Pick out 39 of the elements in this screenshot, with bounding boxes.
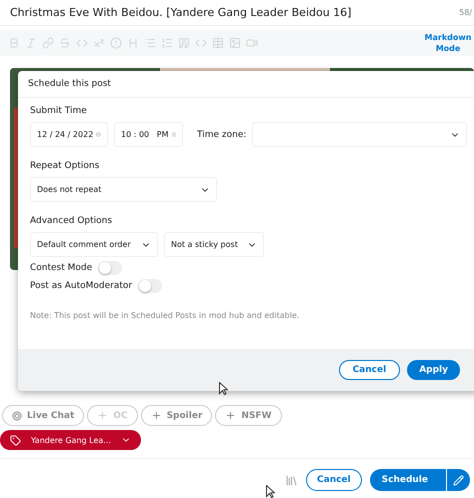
character-counter: 58/ <box>459 8 472 17</box>
clear-icon <box>172 130 176 139</box>
clear-icon <box>96 130 101 139</box>
cancel-button[interactable]: Cancel <box>338 360 400 380</box>
mouse-cursor-icon <box>266 485 275 498</box>
date-field[interactable]: 12 / 24 / 2022 <box>30 122 108 147</box>
tag-toggle[interactable]: NSFW <box>215 405 282 426</box>
section-label: Advanced Options <box>30 216 112 226</box>
toggle-switch[interactable] <box>138 279 162 293</box>
comment-order-select[interactable]: Default comment order <box>30 232 158 257</box>
schedule-button[interactable]: Schedule <box>370 469 446 491</box>
sticky-post-select[interactable]: Not a sticky post <box>164 232 264 257</box>
section-label: Repeat Options <box>30 161 100 171</box>
pencil-icon <box>453 474 464 486</box>
time-field[interactable]: 10 : 00 PM <box>114 122 183 147</box>
mouse-cursor-icon <box>219 382 228 395</box>
plus-icon <box>225 410 236 421</box>
dialog-title: Schedule this post <box>28 79 111 89</box>
plus-icon <box>150 410 162 421</box>
cancel-button[interactable]: Cancel <box>306 469 362 491</box>
library-icon[interactable] <box>285 474 298 486</box>
markdown-mode-link[interactable]: Markdown Mode <box>424 32 472 54</box>
toggle-label: Contest Mode <box>30 263 92 273</box>
toggle-switch[interactable] <box>98 261 122 275</box>
live-chat-icon <box>12 410 22 420</box>
note-text: Note: This post will be in Scheduled Posts in mod hub and editable. <box>30 311 300 320</box>
repeat-select[interactable]: Does not repeat <box>30 177 217 202</box>
plus-icon <box>97 410 108 421</box>
edit-schedule-button[interactable] <box>446 469 470 491</box>
time-zone-select[interactable] <box>252 122 468 147</box>
flair-selector[interactable]: Yandere Gang Lea... <box>0 430 141 450</box>
section-label: Submit Time <box>30 106 87 116</box>
tag-toggle[interactable]: Live Chat <box>2 405 84 426</box>
apply-button[interactable]: Apply <box>407 360 460 380</box>
time-zone-label: Time zone: <box>197 130 246 140</box>
tag-icon <box>10 434 21 446</box>
toggle-label: Post as AutoModerator <box>30 281 132 291</box>
tag-toggle[interactable]: Spoiler <box>140 405 212 426</box>
post-title-field[interactable]: Christmas Eve With Beidou. [Yandere Gang Leader Beidou 16] <box>10 6 352 19</box>
